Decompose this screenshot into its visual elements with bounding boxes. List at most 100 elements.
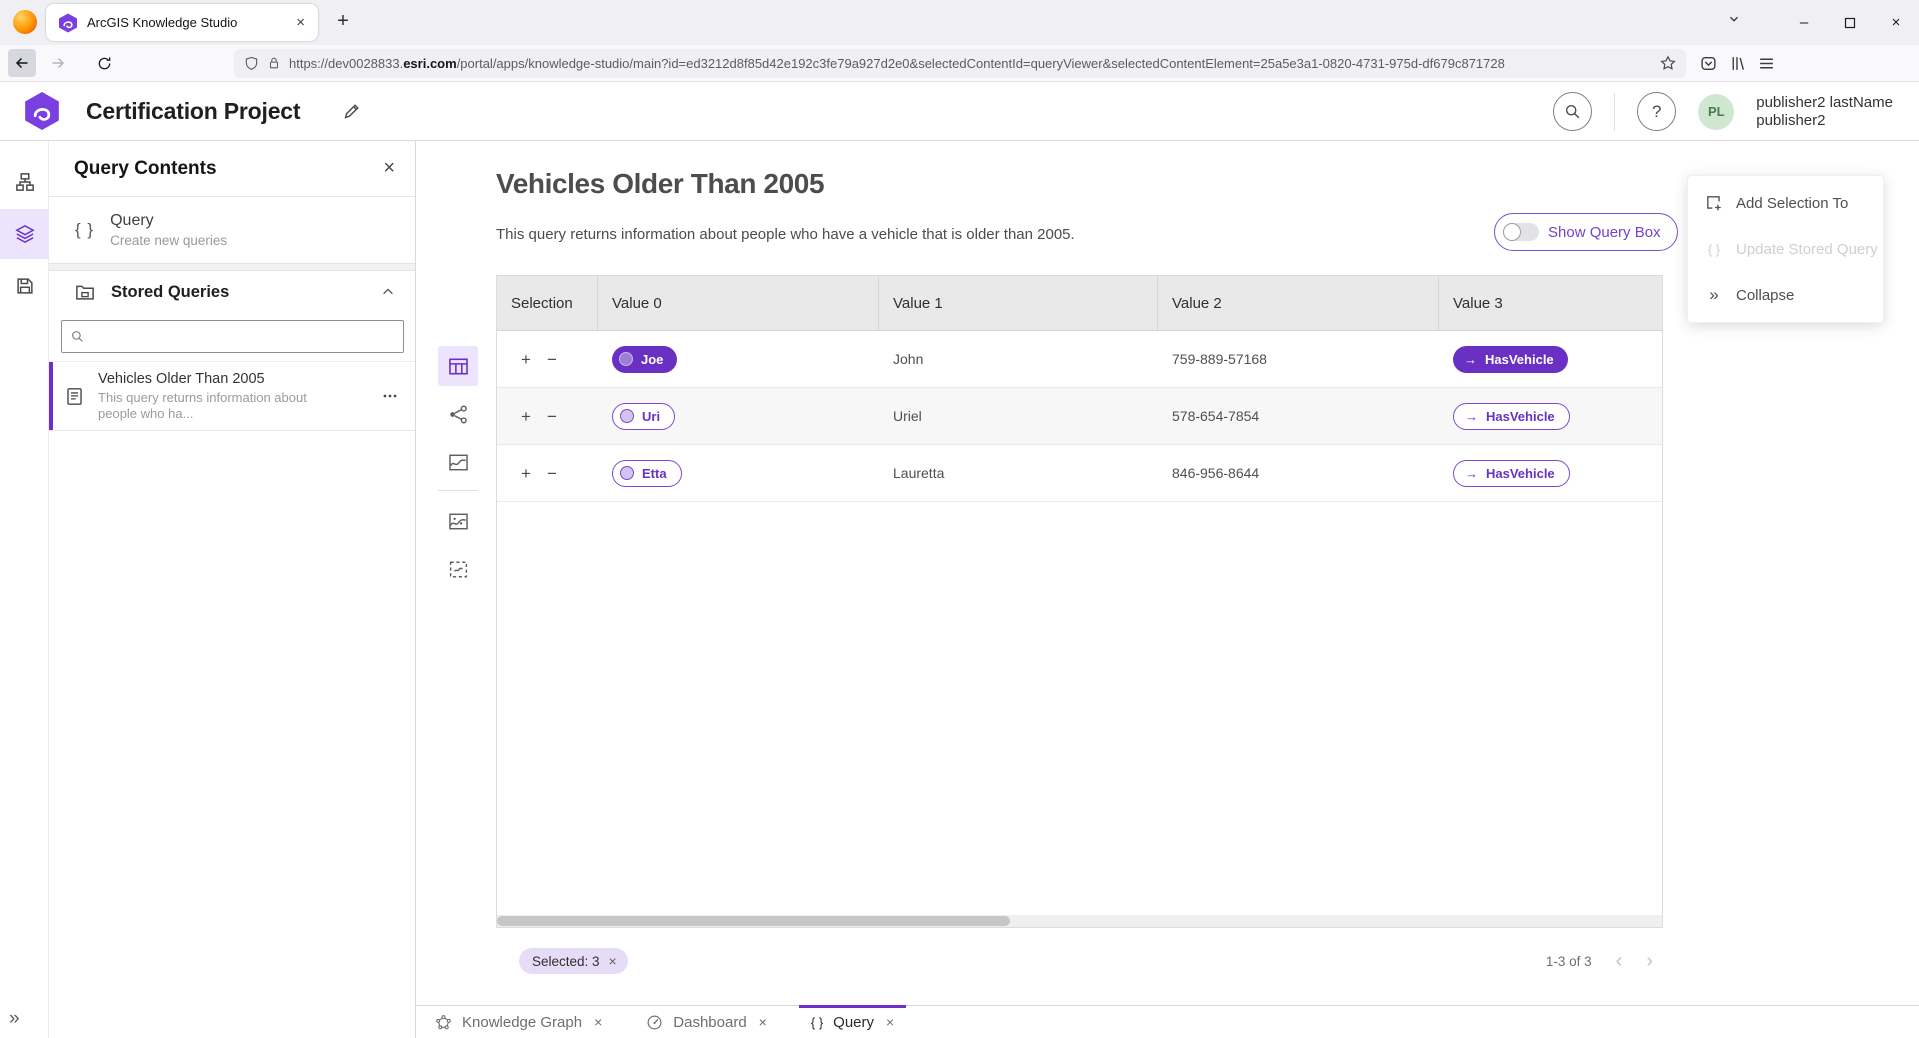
url-text[interactable]: https://dev0028833.esri.com/portal/apps/…: [289, 56, 1652, 71]
add-to-selection-button[interactable]: +: [521, 408, 531, 425]
url-bar[interactable]: https://dev0028833.esri.com/portal/apps/…: [234, 49, 1686, 78]
link-chart-view-button[interactable]: [438, 394, 478, 434]
table-icon: [448, 356, 469, 377]
close-tab-icon[interactable]: ×: [594, 1014, 602, 1030]
new-query-subtitle: Create new queries: [110, 233, 227, 248]
knowledge-graph-icon: [435, 1014, 452, 1031]
firefox-icon[interactable]: [13, 10, 37, 34]
search-button[interactable]: [1553, 92, 1592, 131]
stored-queries-search-input[interactable]: [91, 329, 395, 345]
browser-navbar: https://dev0028833.esri.com/portal/apps/…: [0, 45, 1919, 82]
page-title: Vehicles Older Than 2005: [496, 168, 824, 200]
arrow-right-icon: →: [1464, 352, 1477, 367]
selected-count-chip[interactable]: Selected: 3 ×: [519, 948, 628, 974]
tab-list-chevron-icon[interactable]: [1727, 12, 1741, 26]
browser-tab-strip: ArcGIS Knowledge Studio × + – ×: [0, 0, 1919, 45]
table-view-button[interactable]: [438, 346, 478, 386]
tab-dashboard[interactable]: Dashboard ×: [642, 1006, 771, 1038]
stored-queries-header[interactable]: Stored Queries: [49, 271, 415, 313]
add-to-selection-button[interactable]: +: [521, 351, 531, 368]
menu-item-collapse[interactable]: » Collapse: [1688, 272, 1883, 318]
cell-value1: Uriel: [879, 388, 1158, 444]
new-map-icon: [448, 511, 469, 532]
relationship-pill[interactable]: →HasVehicle: [1453, 403, 1570, 430]
column-header-value1: Value 1: [879, 276, 1158, 330]
close-tab-icon[interactable]: ×: [886, 1014, 894, 1030]
menu-item-add-selection-to[interactable]: Add Selection To: [1688, 180, 1883, 226]
stored-query-item[interactable]: Vehicles Older Than 2005 This query retu…: [49, 361, 415, 431]
window-minimize-button[interactable]: –: [1781, 0, 1827, 45]
pocket-icon[interactable]: [1700, 55, 1717, 72]
avatar[interactable]: PL: [1698, 94, 1734, 130]
entity-pill[interactable]: Uri: [612, 403, 675, 430]
search-icon: [1564, 103, 1581, 120]
table-row: + − Uri Uriel 578-654-7854 →HasVehicle: [497, 388, 1662, 445]
url-domain: esri.com: [403, 56, 456, 71]
entity-pill[interactable]: Etta: [612, 460, 682, 487]
left-rail: »: [0, 141, 49, 1038]
expand-panel-button[interactable]: »: [9, 1008, 20, 1030]
remove-from-selection-button[interactable]: −: [547, 351, 557, 368]
arrow-right-icon: →: [1465, 466, 1478, 481]
arcgis-knowledge-favicon: [58, 13, 78, 33]
add-to-selection-button[interactable]: +: [521, 465, 531, 482]
browser-tab[interactable]: ArcGIS Knowledge Studio ×: [46, 4, 318, 41]
library-icon[interactable]: [1729, 55, 1746, 72]
item-options-icon[interactable]: [381, 387, 399, 405]
window-maximize-button[interactable]: [1827, 0, 1873, 45]
sidebar-item-save[interactable]: [0, 261, 49, 311]
sidebar-item-contents[interactable]: [0, 209, 49, 259]
clear-selection-icon[interactable]: ×: [609, 953, 617, 969]
entity-pill[interactable]: Joe: [612, 346, 677, 373]
remove-from-selection-button[interactable]: −: [547, 408, 557, 425]
next-page-button[interactable]: ›: [1646, 951, 1653, 971]
cell-value2: 846-956-8644: [1158, 445, 1439, 501]
show-query-box-label: Show Query Box: [1548, 224, 1661, 241]
view-toolbar: [434, 346, 482, 597]
relationship-pill[interactable]: →HasVehicle: [1453, 346, 1568, 373]
tab-query[interactable]: { } Query ×: [807, 1006, 898, 1038]
close-tab-icon[interactable]: ×: [759, 1014, 767, 1030]
panel-header: Query Contents ×: [49, 141, 415, 197]
toggle-switch[interactable]: [1503, 223, 1539, 241]
new-map-button[interactable]: [438, 501, 478, 541]
user-info[interactable]: publisher2 lastName publisher2: [1756, 94, 1893, 130]
window-close-button[interactable]: ×: [1873, 0, 1919, 45]
panel-title: Query Contents: [74, 158, 383, 180]
new-query-item[interactable]: { } Query Create new queries: [49, 197, 415, 263]
actions-menu: Add Selection To { } Update Stored Query…: [1687, 175, 1884, 323]
show-query-box-toggle[interactable]: Show Query Box: [1494, 213, 1678, 251]
save-icon: [15, 276, 35, 296]
panel-close-button[interactable]: ×: [383, 157, 395, 180]
selected-count-label: Selected: 3: [532, 954, 600, 969]
app-header-right: ? PL publisher2 lastName publisher2: [1553, 82, 1893, 141]
scrollbar-thumb[interactable]: [497, 916, 1010, 926]
reload-button[interactable]: [90, 49, 118, 77]
lock-icon[interactable]: [267, 56, 281, 70]
table-header-row: Selection Value 0 Value 1 Value 2 Value …: [497, 276, 1662, 331]
shield-icon[interactable]: [244, 56, 259, 71]
stored-query-description: This query returns information about peo…: [98, 390, 381, 422]
help-button[interactable]: ?: [1637, 92, 1676, 131]
sidebar-item-hierarchy[interactable]: [0, 157, 49, 207]
tab-close-icon[interactable]: ×: [293, 14, 308, 31]
bookmark-star-icon[interactable]: [1660, 55, 1676, 71]
table-footer: Selected: 3 × 1-3 of 3 ‹ ›: [496, 936, 1663, 986]
tab-knowledge-graph[interactable]: Knowledge Graph ×: [431, 1006, 606, 1038]
selection-tool-button[interactable]: [438, 549, 478, 589]
stored-queries-search: [61, 320, 404, 353]
toggle-knob: [1503, 223, 1521, 241]
previous-page-button[interactable]: ‹: [1616, 951, 1623, 971]
new-tab-button[interactable]: +: [330, 10, 356, 33]
menu-icon[interactable]: [1758, 55, 1775, 72]
edit-title-button[interactable]: [342, 102, 361, 121]
map-view-button[interactable]: [438, 442, 478, 482]
cell-value1: Lauretta: [879, 445, 1158, 501]
back-button[interactable]: [8, 49, 36, 77]
remove-from-selection-button[interactable]: −: [547, 465, 557, 482]
chevron-up-icon[interactable]: [381, 285, 395, 299]
stored-queries-title: Stored Queries: [111, 283, 365, 302]
forward-button[interactable]: [44, 49, 72, 77]
section-divider: [49, 263, 415, 271]
relationship-pill[interactable]: →HasVehicle: [1453, 460, 1570, 487]
